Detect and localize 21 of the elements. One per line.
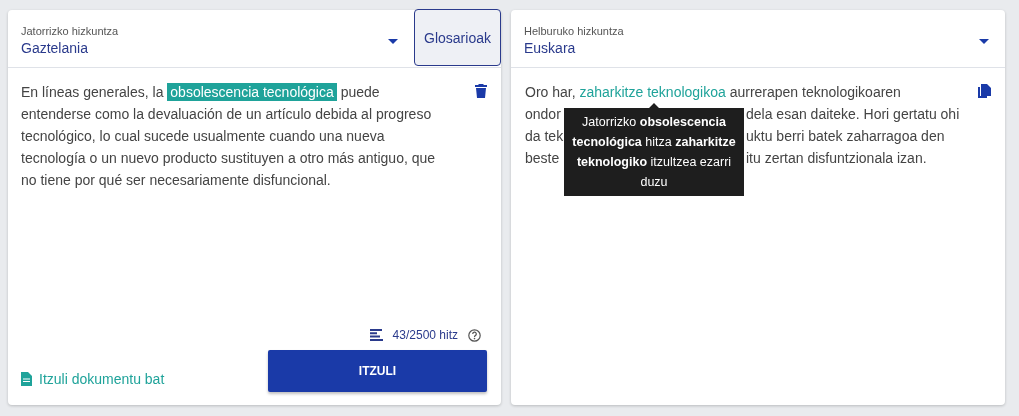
document-icon [21,372,32,386]
translation-text: dela esan daiteke. Hori gertatu ohi [745,105,961,124]
glossaries-button[interactable]: Glosarioak [414,9,501,66]
translation-text: uktu berri batek zaharragoa den [745,127,946,146]
text-lines-icon [369,329,383,341]
copy-icon[interactable] [978,84,991,98]
translation-text: beste [525,149,561,168]
translation-text: itu zertan disfuntzionala izan. [745,149,928,168]
translation-text: ondor [525,105,562,124]
translate-button[interactable]: ITZULI [268,350,487,392]
caret-icon [388,39,398,44]
translation-text: Oro har, zaharkitze teknologikoa aurrerapen teknologikoaren [525,83,902,102]
tooltip: Jatorrizko obsolescencia tecnológica hitza zaharkitze teknologiko itzultzea ezarri duzu [564,103,744,196]
language-select[interactable]: Jatorrizko hizkuntza Gaztelania [8,10,414,67]
translation-text: da tek [525,127,564,146]
delete-icon[interactable] [475,84,487,98]
caret-icon [979,39,989,44]
word-count: 43/2500 hitz [392,328,458,342]
language-select[interactable]: Helburuko hizkuntza Euskara [511,10,1005,67]
source-text: En líneas generales, la obsolescencia tecnológica puede entenderse como la devaluación de un artículo debida al progreso tecnológico, lo cual sucede usualmente cuando una nueva tecnología o un nuevo producto sustituyen a otro más antiguo, que no tiene por qué ser necesariamente disfuncional. [21,82,437,190]
help-icon[interactable] [468,328,481,342]
